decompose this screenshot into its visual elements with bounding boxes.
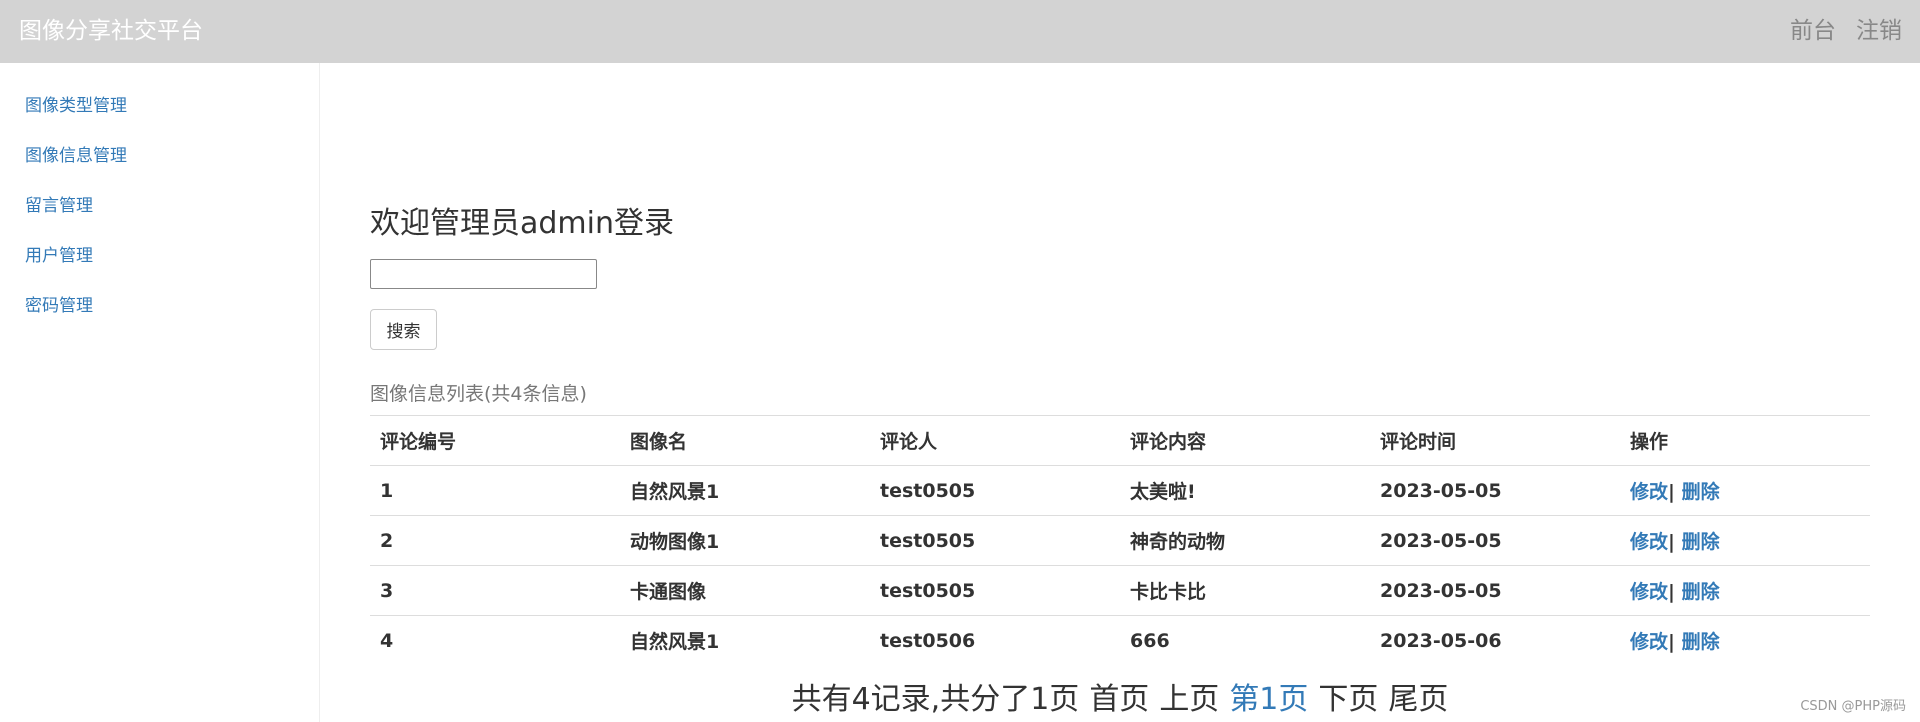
column-header: 图像名 <box>630 431 688 453</box>
pagination-current[interactable]: 第1页 <box>1229 682 1308 717</box>
action-separator: | <box>1668 631 1675 654</box>
table-row: 1 自然风景1 test0505 太美啦! 2023-05-05 修改| 删除 <box>370 466 1870 516</box>
action-separator: | <box>1668 581 1675 603</box>
cell-content: 卡比卡比 <box>1130 581 1207 603</box>
edit-link[interactable]: 修改 <box>1630 581 1668 603</box>
search-input[interactable] <box>370 259 597 289</box>
cell-time: 2023-05-05 <box>1380 529 1502 552</box>
sidebar-link-image-type[interactable]: 图像类型管理 <box>25 96 127 116</box>
sidebar-link-users[interactable]: 用户管理 <box>25 246 93 266</box>
top-navbar: 图像分享社交平台 前台 注销 <box>0 0 1920 63</box>
column-header: 操作 <box>1630 431 1669 453</box>
watermark: CSDN @PHP源码 <box>1800 699 1906 714</box>
nav-link-frontend[interactable]: 前台 <box>1790 14 1836 48</box>
delete-link[interactable]: 删除 <box>1682 631 1720 653</box>
sidebar: 图像类型管理 图像信息管理 留言管理 用户管理 密码管理 <box>0 63 320 722</box>
sidebar-item-users: 用户管理 <box>25 247 127 297</box>
cell-id: 1 <box>380 479 394 502</box>
edit-link[interactable]: 修改 <box>1630 631 1668 653</box>
cell-commenter: test0505 <box>880 529 976 552</box>
pagination-last[interactable]: 尾页 <box>1388 682 1448 717</box>
welcome-heading: 欢迎管理员admin登录 <box>370 206 674 241</box>
cell-image-name: 动物图像1 <box>630 531 720 553</box>
delete-link[interactable]: 删除 <box>1682 481 1720 503</box>
sidebar-link-image-info[interactable]: 图像信息管理 <box>25 146 127 166</box>
cell-commenter: test0505 <box>880 479 976 502</box>
cell-content: 666 <box>1130 629 1170 652</box>
action-separator: | <box>1668 531 1675 553</box>
column-header: 评论人 <box>880 431 938 453</box>
cell-time: 2023-05-05 <box>1380 579 1502 602</box>
pagination: 共有4记录,共分了1页 首页 上页 第1页 下页 尾页 <box>370 680 1870 720</box>
cell-image-name: 自然风景1 <box>630 481 720 503</box>
cell-actions: 修改| 删除 <box>1620 516 1870 566</box>
sidebar-link-messages[interactable]: 留言管理 <box>25 196 93 216</box>
cell-id: 4 <box>380 629 394 652</box>
cell-content: 神奇的动物 <box>1130 531 1226 553</box>
pagination-summary: 共有4记录,共分了1页 <box>791 682 1080 717</box>
table-row: 3 卡通图像 test0505 卡比卡比 2023-05-05 修改| 删除 <box>370 566 1870 616</box>
sidebar-link-password[interactable]: 密码管理 <box>25 296 93 316</box>
edit-link[interactable]: 修改 <box>1630 481 1668 503</box>
cell-time: 2023-05-05 <box>1380 479 1502 502</box>
cell-commenter: test0505 <box>880 579 976 602</box>
action-separator: | <box>1668 481 1675 503</box>
cell-image-name: 自然风景1 <box>630 631 720 654</box>
column-header: 评论编号 <box>380 431 457 453</box>
pagination-next[interactable]: 下页 <box>1318 682 1378 717</box>
comment-table: 评论编号 图像名 评论人 评论内容 评论时间 操作 1 自然风景1 test05… <box>370 415 1870 666</box>
brand-title[interactable]: 图像分享社交平台 <box>19 14 203 48</box>
sidebar-item-image-type: 图像类型管理 <box>25 97 127 147</box>
cell-content: 太美啦! <box>1130 481 1196 503</box>
navbar-right-links: 前台 注销 <box>1790 14 1902 48</box>
delete-link[interactable]: 删除 <box>1682 531 1720 553</box>
cell-actions: 修改| 删除 <box>1620 466 1870 516</box>
sidebar-item-image-info: 图像信息管理 <box>25 147 127 197</box>
cell-actions: 修改| 删除 <box>1620 616 1870 666</box>
nav-link-logout[interactable]: 注销 <box>1856 14 1902 48</box>
cell-actions: 修改| 删除 <box>1620 566 1870 616</box>
column-header: 评论内容 <box>1130 431 1207 453</box>
cell-id: 3 <box>380 579 394 602</box>
cell-id: 2 <box>380 529 394 552</box>
table-header-row: 评论编号 图像名 评论人 评论内容 评论时间 操作 <box>370 415 1870 466</box>
pagination-prev[interactable]: 上页 <box>1159 682 1219 717</box>
search-button[interactable]: 搜索 <box>370 309 437 350</box>
table-row: 4 自然风景1 test0506 666 2023-05-06 修改| 删除 <box>370 616 1870 666</box>
table-row: 2 动物图像1 test0505 神奇的动物 2023-05-05 修改| 删除 <box>370 516 1870 566</box>
cell-time: 2023-05-06 <box>1380 629 1502 652</box>
sidebar-item-messages: 留言管理 <box>25 197 127 247</box>
delete-link[interactable]: 删除 <box>1682 581 1720 603</box>
sidebar-menu: 图像类型管理 图像信息管理 留言管理 用户管理 密码管理 <box>25 97 127 347</box>
column-header: 评论时间 <box>1380 431 1457 453</box>
cell-commenter: test0506 <box>880 629 976 652</box>
sidebar-item-password: 密码管理 <box>25 297 127 347</box>
table-caption: 图像信息列表(共4条信息) <box>370 383 587 405</box>
edit-link[interactable]: 修改 <box>1630 531 1668 553</box>
cell-image-name: 卡通图像 <box>630 581 707 603</box>
pagination-first[interactable]: 首页 <box>1089 682 1149 717</box>
